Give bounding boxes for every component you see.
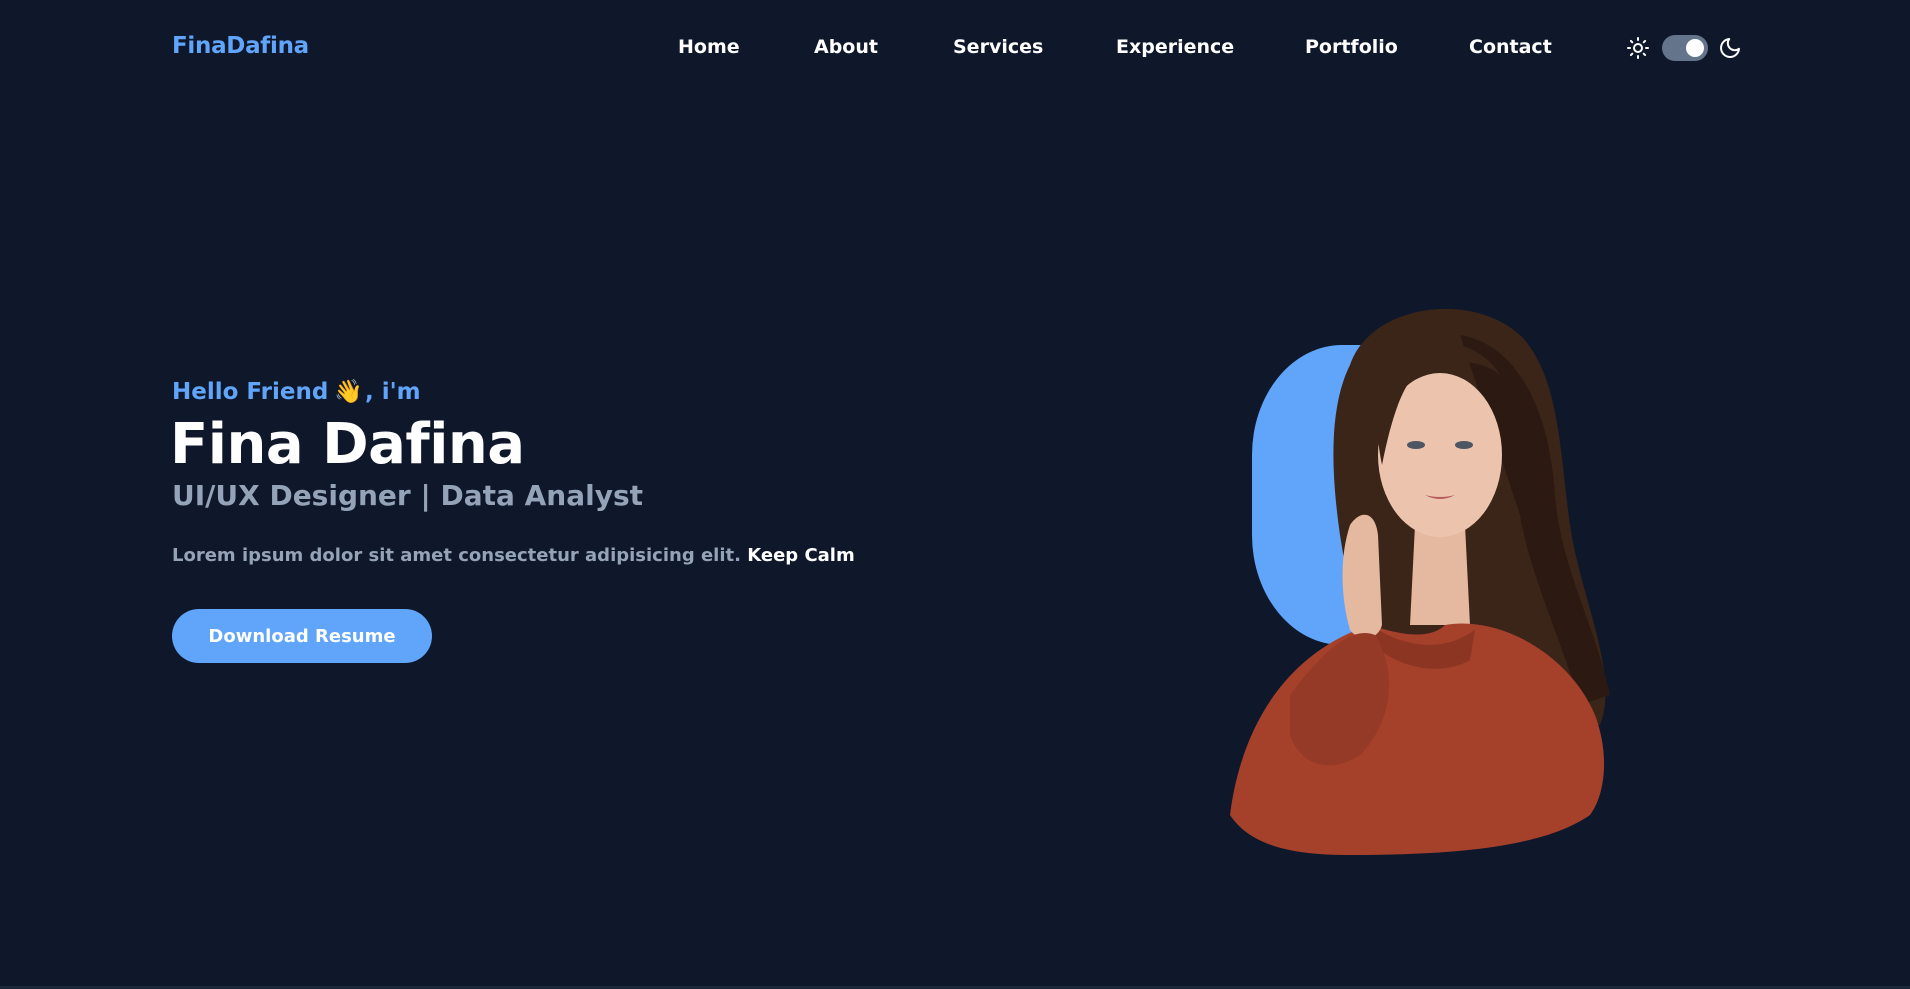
hero-description: Lorem ipsum dolor sit amet consectetur a… — [172, 545, 855, 566]
nav-link-about[interactable]: About — [814, 36, 878, 58]
hero-description-accent: Keep Calm — [747, 545, 855, 566]
hero-portrait — [1200, 295, 1630, 855]
hero-name: Fina Dafina — [170, 412, 525, 477]
waving-hand-icon: 👋 — [334, 379, 363, 405]
download-resume-button[interactable]: Download Resume — [172, 609, 432, 663]
navbar: FinaDafina Home About Services Experienc… — [0, 0, 1910, 96]
hero-greeting: Hello Friend 👋, i'm — [172, 378, 421, 405]
nav-link-services[interactable]: Services — [953, 36, 1043, 58]
theme-toggle-knob — [1686, 39, 1704, 57]
nav-link-contact[interactable]: Contact — [1469, 36, 1552, 58]
sun-icon[interactable] — [1626, 36, 1650, 60]
nav-link-portfolio[interactable]: Portfolio — [1305, 36, 1398, 58]
theme-toggle[interactable] — [1662, 35, 1708, 61]
portrait-illustration — [1230, 308, 1610, 855]
moon-icon[interactable] — [1718, 36, 1742, 60]
greeting-text: Hello Friend — [172, 379, 329, 405]
nav-link-home[interactable]: Home — [678, 36, 740, 58]
nav-link-experience[interactable]: Experience — [1116, 36, 1234, 58]
hero-role: UI/UX Designer | Data Analyst — [172, 479, 644, 512]
nav-links: Home About Services Experience Portfolio… — [0, 36, 1910, 62]
greeting-suffix: , i'm — [364, 379, 421, 405]
hero-description-text: Lorem ipsum dolor sit amet consectetur a… — [172, 545, 741, 566]
theme-switch — [1626, 33, 1746, 63]
